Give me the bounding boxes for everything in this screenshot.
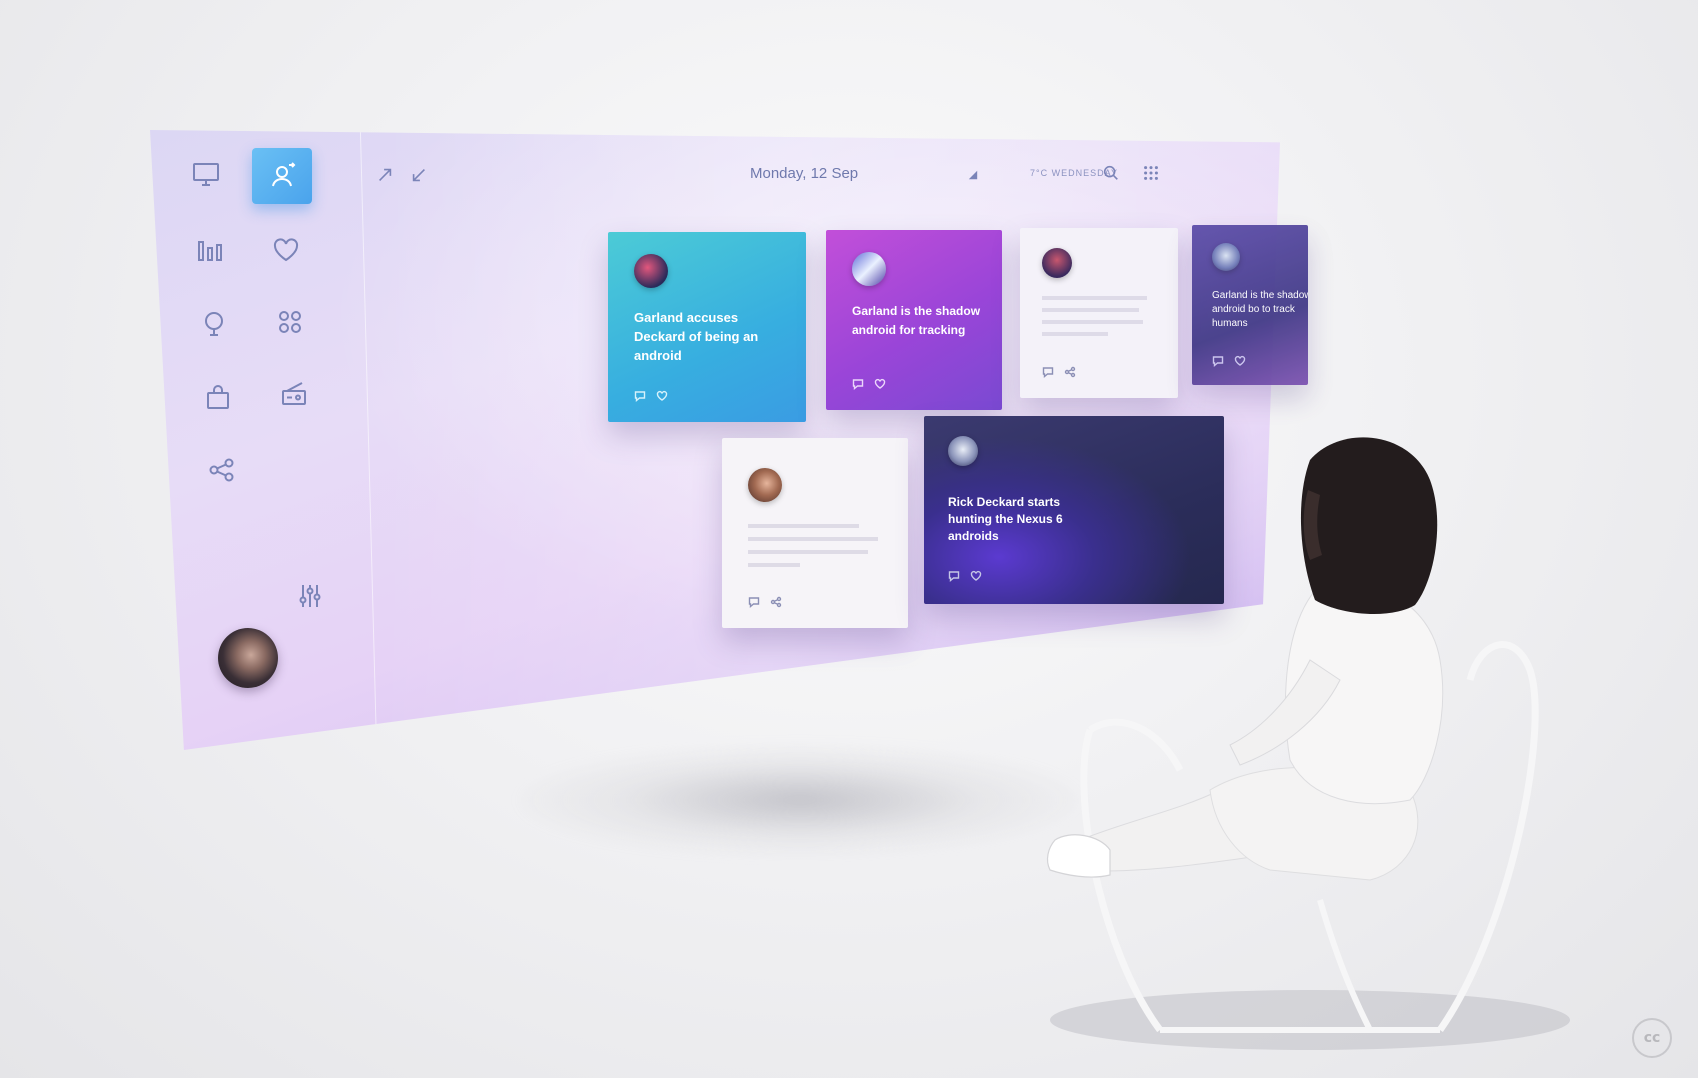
card-title: Garland is the shadow android for tracki… bbox=[852, 304, 981, 337]
user-avatar[interactable] bbox=[218, 628, 278, 688]
card-avatar bbox=[634, 254, 668, 288]
card-avatar bbox=[852, 252, 886, 286]
card-actions bbox=[748, 596, 782, 608]
card-title: Garland is the shadow android bo to trac… bbox=[1212, 290, 1308, 329]
note-card[interactable] bbox=[722, 438, 908, 628]
story-card[interactable]: Garland is the shadow android bo to trac… bbox=[1192, 225, 1308, 385]
card-title: Garland accuses Deckard of being an andr… bbox=[634, 310, 759, 363]
date-label: Monday, 12 Sep bbox=[750, 165, 859, 182]
card-actions bbox=[948, 570, 982, 582]
card-avatar bbox=[948, 436, 978, 466]
balloon-icon bbox=[205, 312, 223, 336]
card-body-lines bbox=[1042, 296, 1152, 336]
sidebar-item-share[interactable] bbox=[192, 442, 252, 498]
expand-icon[interactable] bbox=[408, 164, 430, 186]
comment-icon[interactable] bbox=[852, 378, 864, 390]
signal-icon bbox=[966, 164, 980, 186]
comment-icon[interactable] bbox=[948, 570, 960, 582]
comment-icon[interactable] bbox=[1212, 355, 1224, 367]
heart-icon[interactable] bbox=[970, 570, 982, 582]
story-card[interactable]: Garland accuses Deckard of being an andr… bbox=[608, 232, 806, 422]
sidebar-item-radio[interactable] bbox=[264, 366, 324, 422]
apps-grid-icon bbox=[279, 311, 301, 333]
share-icon bbox=[209, 458, 234, 482]
card-actions bbox=[852, 378, 886, 390]
sidebar-item-ideas[interactable] bbox=[184, 296, 244, 352]
floor-shadow bbox=[520, 745, 1080, 855]
monitor-icon bbox=[193, 163, 219, 186]
grid-menu-icon[interactable] bbox=[1140, 162, 1162, 184]
card-avatar bbox=[1212, 243, 1240, 271]
collapse-icon[interactable] bbox=[374, 164, 396, 186]
sidebar-item-user[interactable] bbox=[252, 148, 312, 204]
seated-person-illustration bbox=[1046, 437, 1570, 1050]
sidebar-item-settings[interactable] bbox=[280, 568, 340, 624]
share-icon[interactable] bbox=[770, 596, 782, 608]
card-avatar bbox=[1042, 248, 1072, 278]
comment-icon[interactable] bbox=[1042, 366, 1054, 378]
story-card[interactable]: Garland is the shadow android for tracki… bbox=[826, 230, 1002, 410]
bag-icon bbox=[207, 385, 229, 409]
sidebar-item-favorites[interactable] bbox=[256, 222, 316, 278]
user-icon bbox=[272, 162, 296, 187]
heart-icon bbox=[273, 238, 299, 262]
sidebar-item-apps[interactable] bbox=[260, 294, 320, 350]
sidebar-divider bbox=[359, 130, 378, 750]
sidebar-item-shop[interactable] bbox=[188, 370, 248, 426]
radio-icon bbox=[282, 382, 306, 405]
card-actions bbox=[1212, 355, 1246, 367]
sliders-icon bbox=[299, 585, 321, 607]
sidebar-item-monitor[interactable] bbox=[176, 146, 236, 202]
sidebar-item-stats[interactable] bbox=[180, 222, 240, 278]
heart-icon[interactable] bbox=[874, 378, 886, 390]
heart-icon[interactable] bbox=[1234, 355, 1246, 367]
search-icon[interactable] bbox=[1100, 162, 1122, 184]
bar-chart-icon bbox=[198, 241, 222, 261]
card-actions bbox=[634, 390, 668, 402]
comment-icon[interactable] bbox=[748, 596, 760, 608]
cc-badge: cc bbox=[1632, 1018, 1672, 1058]
comment-icon[interactable] bbox=[634, 390, 646, 402]
note-card[interactable] bbox=[1020, 228, 1178, 398]
card-actions bbox=[1042, 366, 1076, 378]
card-avatar bbox=[748, 468, 782, 502]
share-icon[interactable] bbox=[1064, 366, 1076, 378]
card-body-lines bbox=[748, 524, 878, 567]
heart-icon[interactable] bbox=[656, 390, 668, 402]
